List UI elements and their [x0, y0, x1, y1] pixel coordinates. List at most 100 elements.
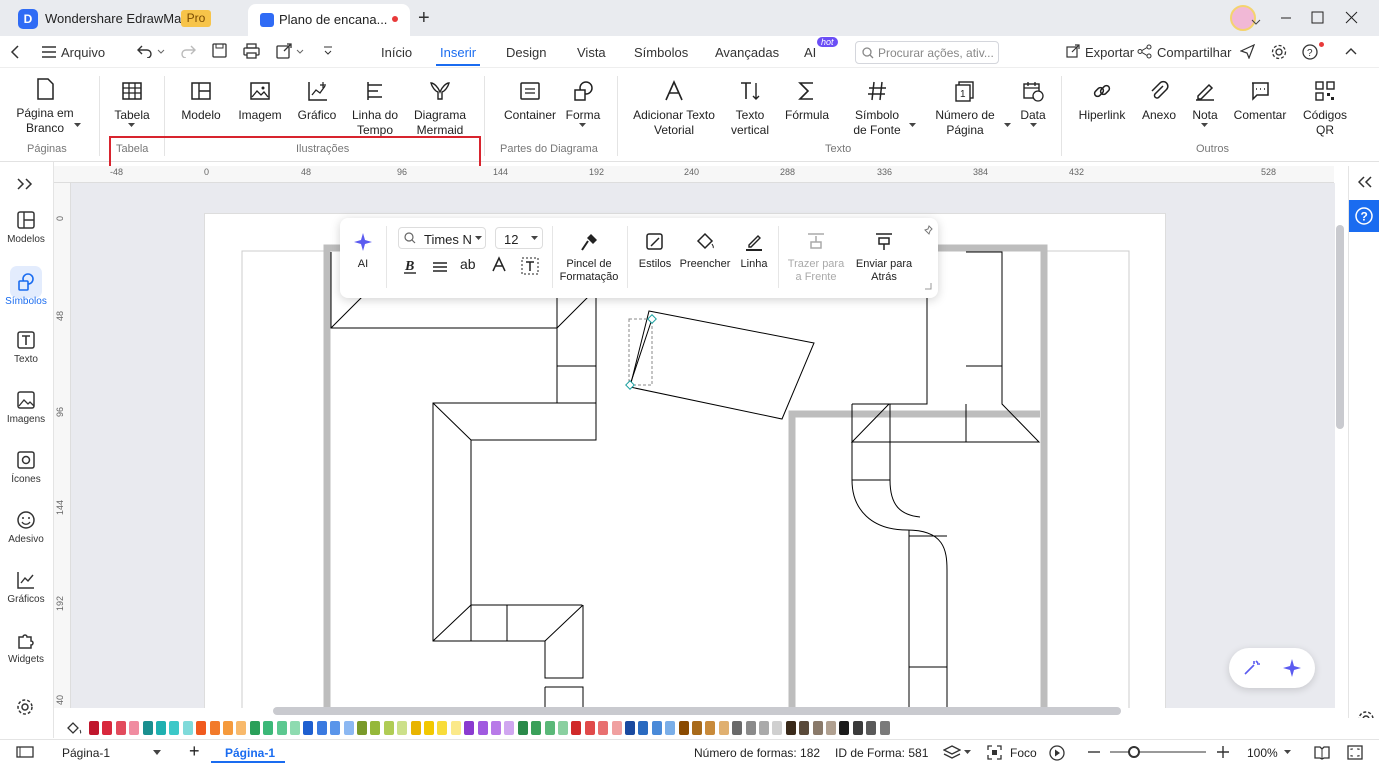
color-swatch[interactable] — [397, 721, 408, 735]
font-color-icon[interactable] — [491, 256, 507, 274]
nota-button[interactable]: Nota — [1187, 80, 1223, 123]
print-icon[interactable] — [243, 43, 260, 59]
send-icon[interactable] — [1240, 44, 1255, 59]
color-swatch[interactable] — [665, 721, 676, 735]
sidebar-item-adesivo[interactable]: Adesivo — [0, 510, 52, 545]
data-button[interactable]: Data — [1015, 80, 1051, 123]
sidebar-item-modelos[interactable]: Modelos — [0, 210, 52, 245]
imagem-button[interactable]: Imagem — [235, 80, 285, 123]
color-swatch[interactable] — [169, 721, 180, 735]
color-swatch[interactable] — [531, 721, 542, 735]
texto-vertical-button[interactable]: Texto vertical — [726, 80, 774, 138]
share-button[interactable]: Compartilhar — [1157, 45, 1231, 60]
color-swatch[interactable] — [142, 721, 153, 735]
color-swatch[interactable] — [129, 721, 140, 735]
zoom-level[interactable]: 100% — [1247, 746, 1278, 760]
layers-dropdown-icon[interactable] — [964, 750, 971, 754]
color-swatch[interactable] — [544, 721, 555, 735]
tab-vista[interactable]: Vista — [577, 45, 606, 60]
forma-dropdown-icon[interactable] — [579, 123, 586, 127]
color-swatch[interactable] — [236, 721, 247, 735]
color-swatch[interactable] — [504, 721, 515, 735]
help-panel-button[interactable]: ? — [1349, 200, 1379, 232]
blank-page-dropdown-icon[interactable] — [74, 123, 81, 127]
pin-icon[interactable] — [923, 225, 933, 235]
sidebar-settings-icon[interactable] — [16, 698, 34, 716]
color-swatch[interactable] — [866, 721, 877, 735]
vertical-scrollbar[interactable] — [1336, 225, 1344, 429]
color-swatch[interactable] — [383, 721, 394, 735]
magic-wand-icon[interactable] — [1242, 659, 1260, 677]
sidebar-item-simbolos[interactable]: Símbolos — [0, 266, 52, 307]
color-swatch[interactable] — [196, 721, 207, 735]
page-dropdown-icon[interactable] — [153, 750, 161, 755]
color-swatch[interactable] — [852, 721, 863, 735]
resize-corner-icon[interactable] — [924, 282, 932, 290]
collapse-ribbon-icon[interactable] — [1345, 47, 1357, 55]
simbolo-dropdown-icon[interactable] — [909, 123, 916, 127]
fill-bucket-icon[interactable] — [66, 721, 84, 735]
linha-do-tempo-button[interactable]: Linha do Tempo — [346, 80, 404, 138]
redo-icon[interactable] — [180, 44, 196, 58]
trazer-para-a-frente-button[interactable]: Trazer para a Frente — [784, 232, 848, 284]
color-swatch[interactable] — [477, 721, 488, 735]
font-size-select[interactable]: 12 — [495, 227, 543, 249]
color-swatch[interactable] — [89, 721, 99, 735]
color-swatch[interactable] — [759, 721, 769, 735]
strikethrough-icon[interactable] — [431, 258, 449, 274]
color-swatch[interactable] — [732, 721, 743, 735]
chevron-down-icon[interactable] — [1251, 19, 1261, 25]
formula-button[interactable]: Fórmula — [782, 80, 832, 123]
undo-dropdown-icon[interactable] — [157, 49, 165, 54]
save-icon[interactable] — [212, 43, 227, 58]
nota-dropdown-icon[interactable] — [1201, 123, 1208, 127]
color-swatch[interactable] — [276, 721, 287, 735]
color-swatch[interactable] — [611, 721, 622, 735]
page-select[interactable]: Página-1 — [62, 746, 110, 760]
color-swatch[interactable] — [182, 721, 193, 735]
share-icon[interactable] — [1137, 44, 1152, 59]
color-swatch[interactable] — [437, 721, 448, 735]
hiperlink-button[interactable]: Hiperlink — [1074, 80, 1130, 123]
numero-dropdown-icon[interactable] — [1004, 123, 1011, 127]
blank-page-button[interactable]: Página em Branco — [10, 78, 80, 136]
color-swatch[interactable] — [223, 721, 233, 735]
codigos-qr-button[interactable]: Códigos QR — [1300, 80, 1350, 138]
undo-icon[interactable] — [137, 44, 153, 58]
zoom-in-icon[interactable] — [1217, 746, 1229, 758]
color-swatch[interactable] — [571, 721, 582, 735]
pro-badge[interactable]: Pro — [181, 10, 211, 27]
export-icon[interactable] — [1066, 44, 1080, 58]
export-share-icon[interactable] — [276, 43, 292, 59]
color-swatch[interactable] — [424, 721, 434, 735]
tab-avancadas[interactable]: Avançadas — [715, 45, 779, 60]
close-icon[interactable] — [1345, 11, 1358, 24]
export-button[interactable]: Exportar — [1085, 45, 1134, 60]
focus-label[interactable]: Foco — [1010, 746, 1037, 760]
hamburger-menu-icon[interactable] — [42, 46, 56, 58]
color-swatch[interactable] — [651, 721, 662, 735]
adicionar-texto-vetorial-button[interactable]: Adicionar Texto Vetorial — [630, 80, 718, 138]
maximize-icon[interactable] — [1311, 11, 1324, 24]
color-swatch[interactable] — [303, 721, 314, 735]
user-avatar[interactable] — [1230, 5, 1256, 31]
abc-spacing-icon[interactable]: ab — [459, 256, 481, 274]
modelo-button[interactable]: Modelo — [178, 80, 224, 123]
color-swatch[interactable] — [464, 721, 475, 735]
color-swatch[interactable] — [812, 721, 823, 735]
add-page-button[interactable]: + — [189, 741, 200, 762]
color-swatch[interactable] — [249, 721, 260, 735]
estilos-button[interactable]: Estilos — [635, 232, 675, 271]
minimize-icon[interactable] — [1280, 12, 1292, 24]
new-tab-button[interactable]: + — [418, 7, 430, 30]
color-swatch[interactable] — [879, 721, 890, 735]
color-swatch[interactable] — [290, 721, 300, 735]
help-icon[interactable]: ? — [1302, 44, 1318, 60]
tab-simbolos[interactable]: Símbolos — [634, 45, 688, 60]
color-swatch[interactable] — [678, 721, 689, 735]
color-swatch[interactable] — [450, 721, 461, 735]
zoom-slider[interactable] — [1110, 751, 1206, 753]
sidebar-item-texto[interactable]: Texto — [0, 330, 52, 365]
color-swatch[interactable] — [263, 721, 274, 735]
linha-button[interactable]: Linha — [736, 232, 772, 271]
